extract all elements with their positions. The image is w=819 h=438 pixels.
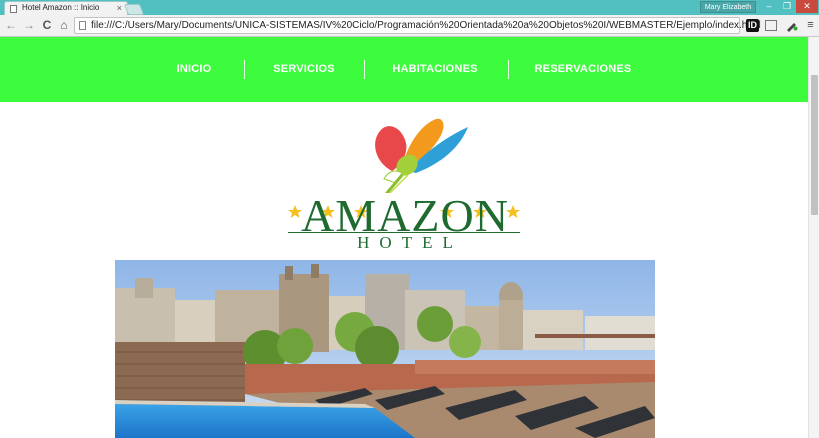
profile-badge[interactable]: Mary Elizabeth (700, 1, 756, 13)
home-icon[interactable]: ⌂ (57, 18, 71, 32)
new-tab-button[interactable] (123, 4, 145, 15)
id-extension-icon[interactable]: ID (746, 19, 759, 32)
page-favicon-icon (10, 5, 17, 13)
nav-link-inicio[interactable]: Inicio (166, 61, 222, 78)
scrollbar-thumb[interactable] (811, 75, 818, 215)
address-bar[interactable]: file:///C:/Users/Mary/Documents/UNICA-SI… (74, 17, 761, 34)
rooftop-pool-photo (115, 260, 655, 438)
nav-link-servicios[interactable]: Servicios (268, 61, 340, 78)
page-scrollbar[interactable] (808, 37, 819, 438)
maximize-button[interactable]: ❐ (778, 0, 796, 13)
reload-icon[interactable]: C (40, 18, 54, 32)
browser-tab[interactable]: Hotel Amazon :: Inicio × (4, 1, 128, 15)
pen-extension-icon[interactable] (785, 19, 798, 32)
hotel-logo: AMAZON HOTEL (284, 113, 526, 253)
nav-separator (364, 60, 365, 79)
page-viewport: Inicio Servicios Habitaciones Reservacio… (0, 37, 819, 438)
site-navbar: Inicio Servicios Habitaciones Reservacio… (0, 37, 808, 102)
butterfly-logo-icon (375, 118, 468, 193)
browser-toolbar: ← → C ⌂ file:///C:/Users/Mary/Documents/… (0, 15, 819, 37)
nav-separator (508, 60, 509, 79)
tab-title: Hotel Amazon :: Inicio (22, 3, 100, 12)
nav-link-habitaciones[interactable]: Habitaciones (384, 61, 486, 78)
logo-subtitle: HOTEL (357, 233, 463, 252)
close-tab-icon[interactable]: × (117, 2, 122, 14)
page-icon (79, 21, 86, 30)
close-window-button[interactable]: ✕ (796, 0, 818, 13)
back-arrow-icon[interactable]: ← (4, 18, 18, 32)
browser-menu-icon[interactable]: ≡ (804, 19, 817, 32)
address-bar-url[interactable]: file:///C:/Users/Mary/Documents/UNICA-SI… (91, 20, 761, 31)
minimize-button[interactable]: – (760, 0, 778, 13)
frame-extension-icon[interactable] (765, 20, 777, 31)
browser-titlebar: Hotel Amazon :: Inicio × Mary Elizabeth … (0, 0, 819, 15)
nav-separator (244, 60, 245, 79)
hero-image (115, 260, 655, 438)
nav-link-reservaciones[interactable]: Reservaciones (530, 61, 636, 78)
forward-arrow-icon[interactable]: → (22, 18, 36, 32)
